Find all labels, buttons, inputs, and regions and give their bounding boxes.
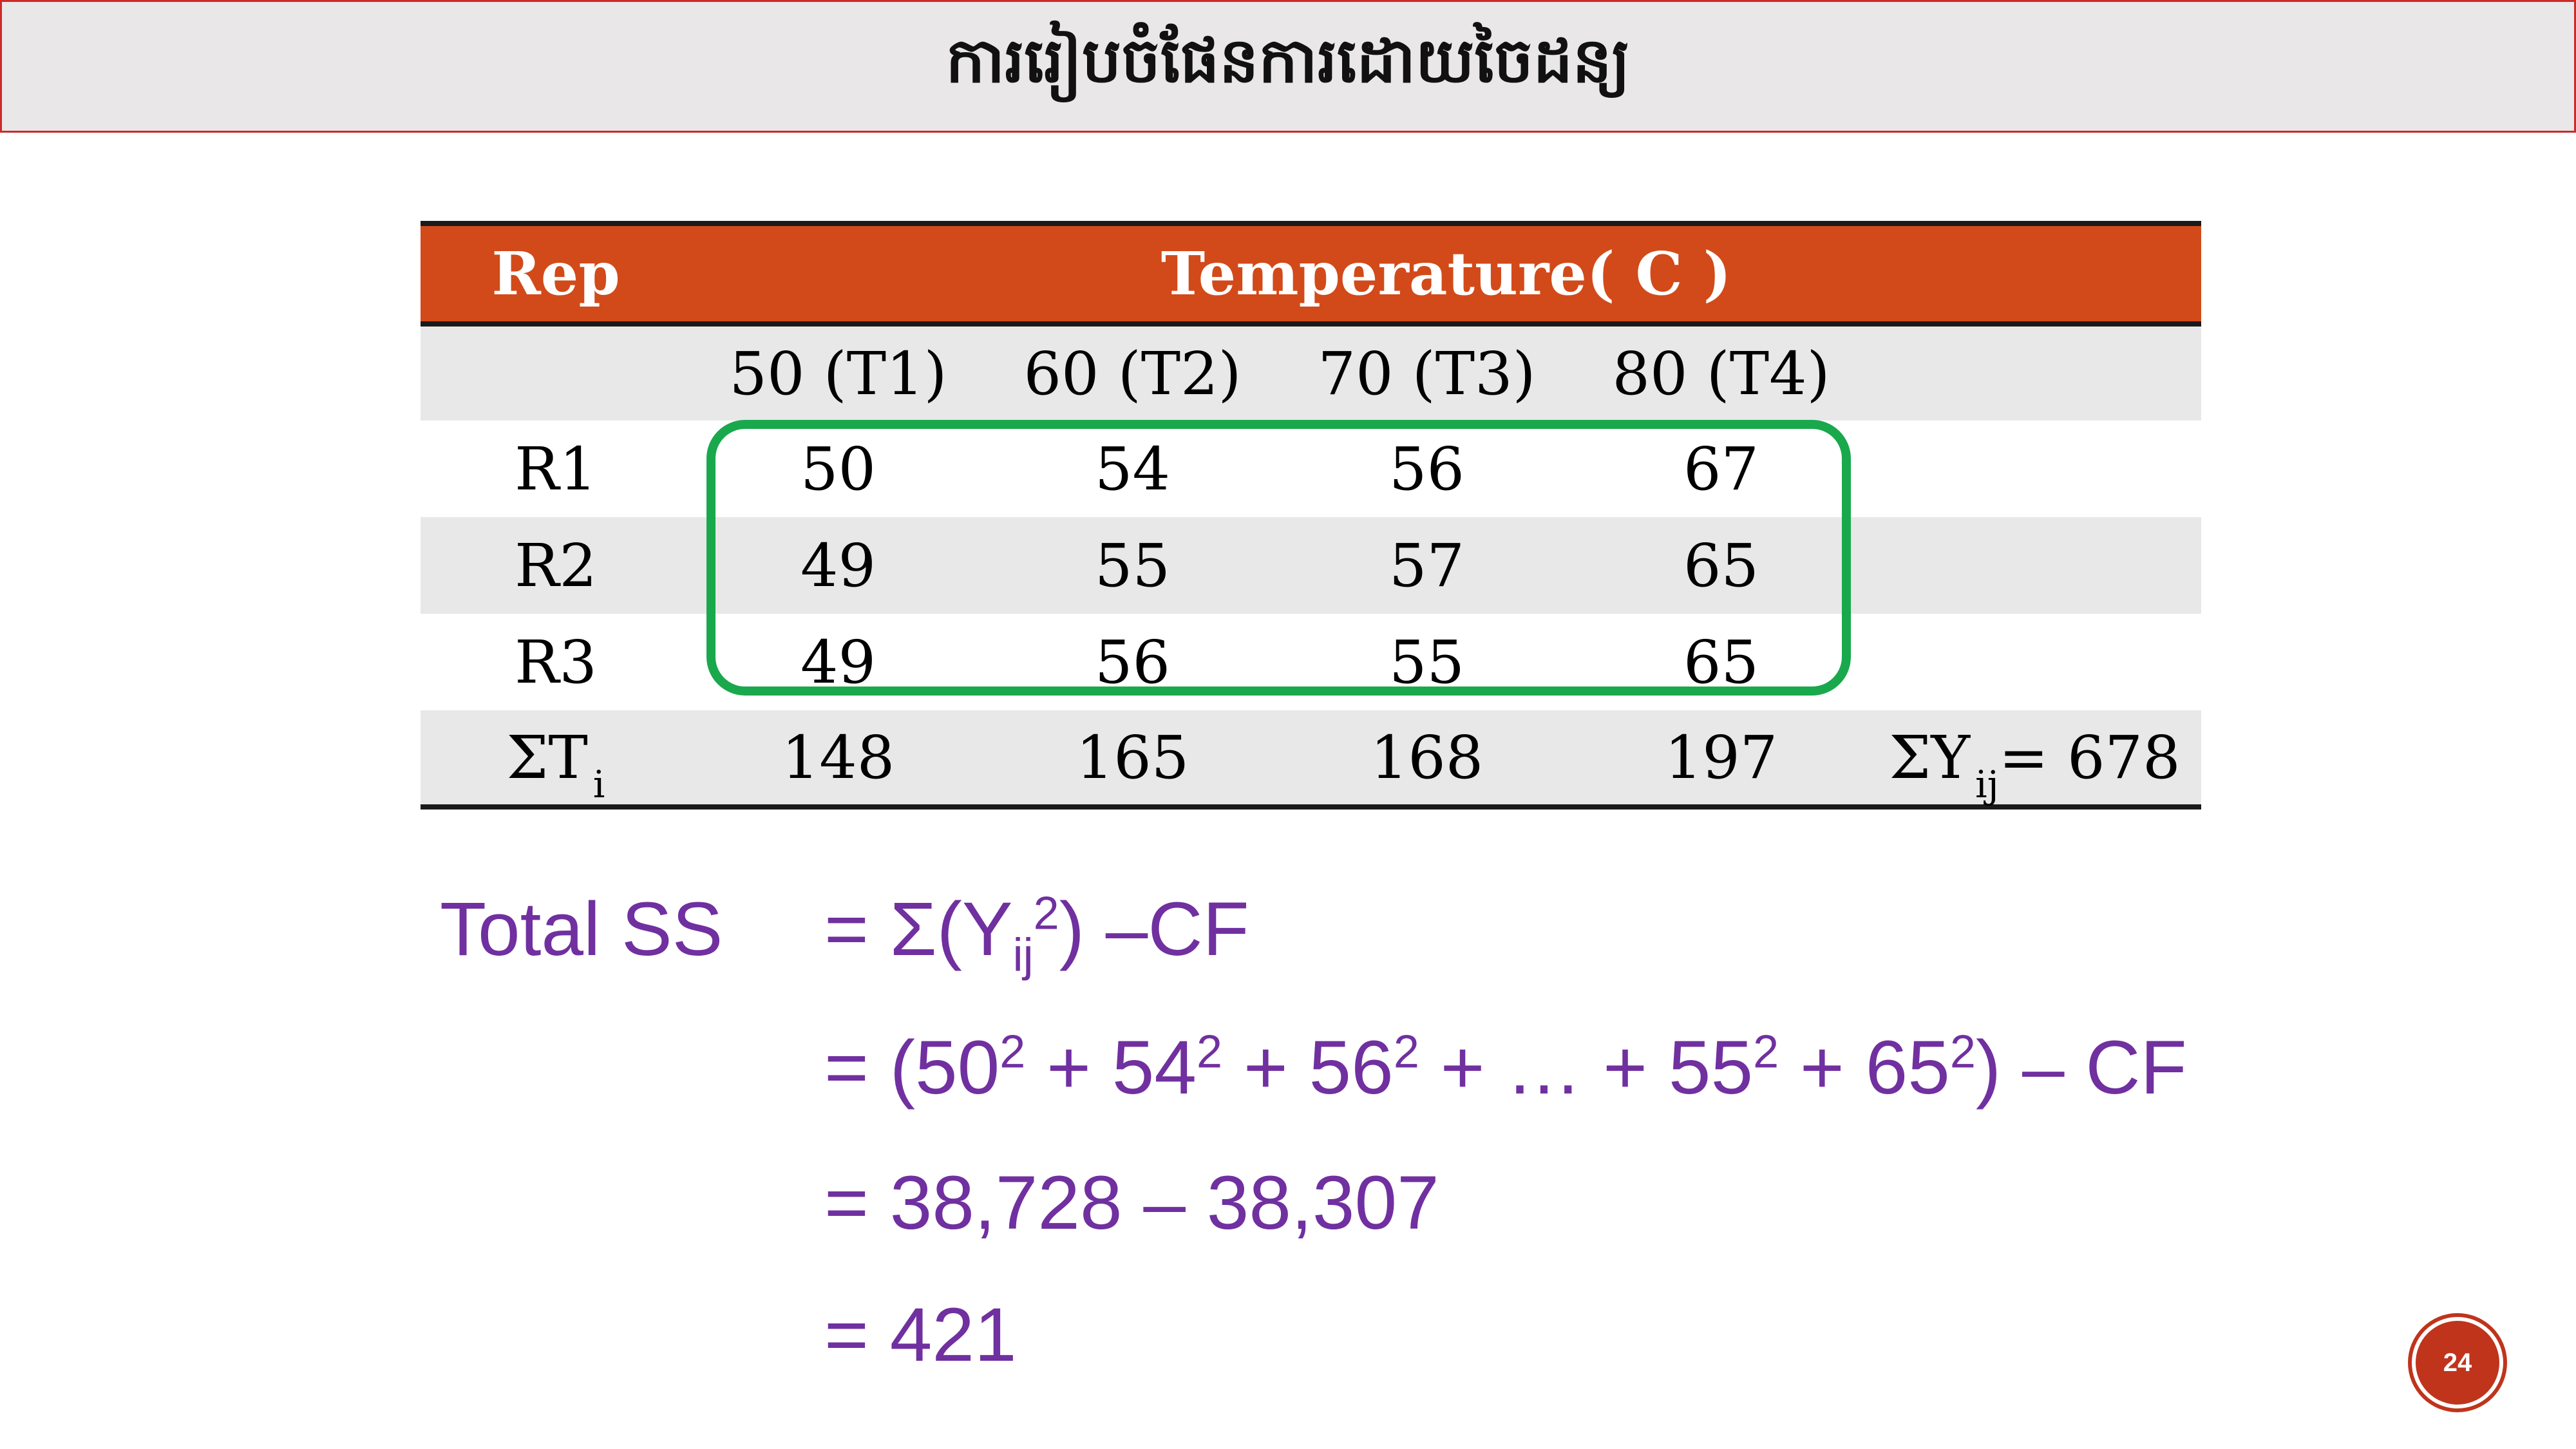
total-cell: 168 <box>1280 710 1574 810</box>
grand-total: ΣY ij= 678 <box>1868 710 2201 810</box>
table-cell <box>1868 421 2201 517</box>
header-temperature: Temperature( C ) <box>691 221 2201 327</box>
data-highlight-box <box>706 420 1851 696</box>
treatment-label: 50 (T1) <box>691 324 985 421</box>
formula-line-2: = (502 + 542 + 562 + … + 552 + 652) – CF <box>824 1025 2187 1110</box>
totals-row: ΣT i 148 165 168 197 ΣY ij= 678 <box>421 710 2201 810</box>
formula-label: Total SS <box>440 887 723 972</box>
table-cell <box>421 324 691 421</box>
formula-line-1: = Σ(Yij2) –CF <box>824 887 1249 981</box>
formula-line-4: = 421 <box>824 1293 1017 1378</box>
title-bar: ការរៀបចំផែនការដោយចៃដន្យ <box>0 0 2576 133</box>
treatment-label: 60 (T2) <box>985 324 1280 421</box>
table-cell <box>1868 517 2201 614</box>
rep-label: R1 <box>515 434 597 504</box>
totals-label: ΣT i <box>421 710 691 810</box>
treatment-label: 80 (T4) <box>1574 324 1868 421</box>
total-cell: 148 <box>691 710 985 810</box>
page-number: 24 <box>2443 1348 2472 1377</box>
table-cell <box>1868 614 2201 710</box>
page-number-badge: 24 <box>2412 1317 2503 1408</box>
table-cell <box>1868 324 2201 421</box>
slide-title: ការរៀបចំផែនការដោយចៃដន្យ <box>945 24 1631 97</box>
formula-line-3: = 38,728 – 38,307 <box>824 1160 1439 1245</box>
header-rep: Rep <box>421 221 691 327</box>
rep-label: R2 <box>421 517 691 614</box>
total-cell: 197 <box>1574 710 1868 810</box>
treatment-row: 50 (T1) 60 (T2) 70 (T3) 80 (T4) <box>421 324 2201 421</box>
rep-label: R3 <box>515 627 597 697</box>
total-cell: 165 <box>985 710 1280 810</box>
header-row: Rep Temperature( C ) <box>421 221 2201 327</box>
treatment-label: 70 (T3) <box>1280 324 1574 421</box>
